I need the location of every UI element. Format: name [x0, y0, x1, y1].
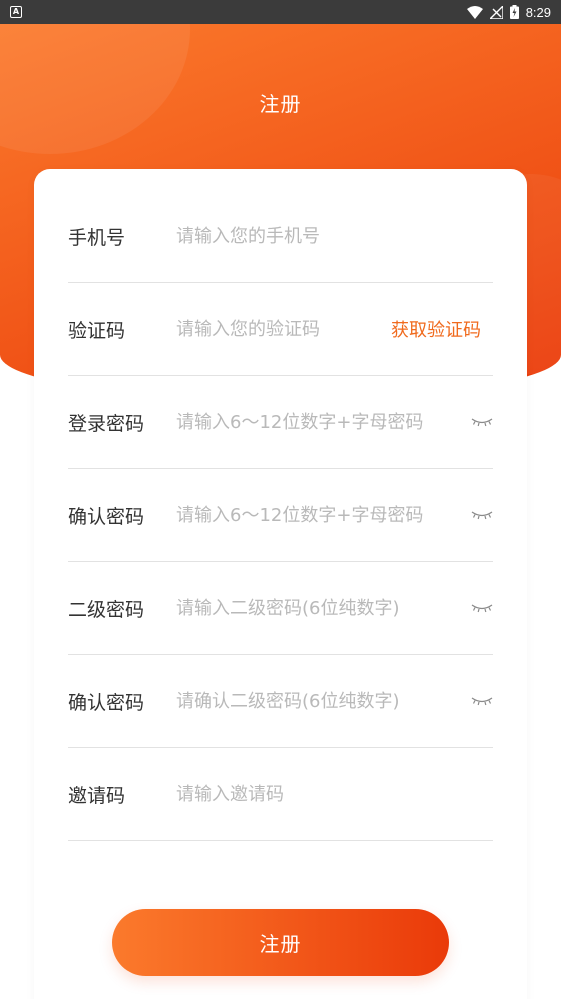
verification-code-label: 验证码 — [68, 319, 126, 342]
secondary-password-row: 二级密码 — [68, 562, 493, 655]
eye-closed-icon[interactable] — [469, 603, 493, 613]
notification-icon: A — [10, 6, 22, 18]
phone-label: 手机号 — [68, 226, 126, 249]
login-password-input[interactable] — [176, 411, 469, 433]
confirm-secondary-password-label: 确认密码 — [68, 691, 145, 714]
register-button[interactable]: 注册 — [112, 909, 449, 976]
status-time: 8:29 — [525, 4, 551, 20]
phone-input[interactable] — [176, 225, 493, 247]
eye-closed-icon[interactable] — [469, 417, 493, 427]
phone-row: 手机号 — [68, 190, 493, 283]
confirm-password-label: 确认密码 — [68, 505, 145, 528]
battery-charging-icon — [509, 5, 519, 19]
status-right: 8:29 — [466, 4, 551, 20]
eye-closed-icon[interactable] — [469, 510, 493, 520]
status-left: A — [10, 6, 22, 18]
verification-code-row: 验证码 获取验证码 — [68, 283, 493, 376]
wifi-icon — [466, 5, 483, 19]
confirm-secondary-password-row: 确认密码 — [68, 655, 493, 748]
verification-code-input[interactable] — [176, 318, 391, 340]
confirm-password-input[interactable] — [176, 504, 469, 526]
invite-code-row: 邀请码 — [68, 748, 493, 841]
no-signal-icon — [489, 5, 503, 19]
login-password-row: 登录密码 — [68, 376, 493, 469]
confirm-password-row: 确认密码 — [68, 469, 493, 562]
status-bar: A 8:29 — [0, 0, 561, 24]
invite-code-input[interactable] — [176, 783, 493, 805]
register-form-card: 手机号 验证码 获取验证码 登录密码 确认密码 二级密码 确认密码 — [34, 169, 527, 999]
confirm-secondary-password-input[interactable] — [176, 690, 469, 712]
secondary-password-input[interactable] — [176, 597, 469, 619]
invite-code-label: 邀请码 — [68, 784, 126, 807]
eye-closed-icon[interactable] — [469, 696, 493, 706]
secondary-password-label: 二级密码 — [68, 598, 145, 621]
login-password-label: 登录密码 — [68, 412, 145, 435]
get-code-button[interactable]: 获取验证码 — [391, 316, 481, 342]
page-title: 注册 — [259, 92, 302, 116]
